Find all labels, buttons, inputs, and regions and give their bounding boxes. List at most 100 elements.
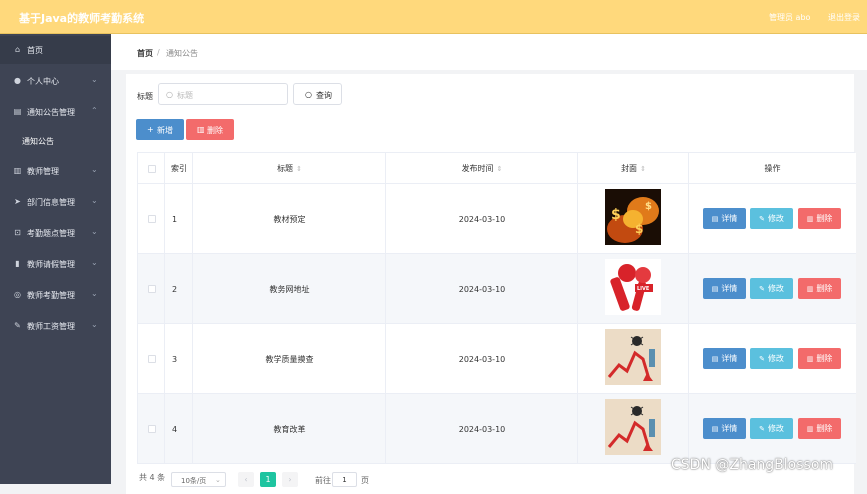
sidebar-item-label: 教师请假管理 — [27, 260, 75, 269]
crop-icon: ⊡ — [14, 228, 21, 237]
row-date: 2024-03-10 — [458, 284, 506, 294]
cover-image[interactable] — [605, 399, 661, 455]
chevron-down-icon: ⌄ — [91, 165, 98, 174]
sidebar-item-label: 通知公告管理 — [27, 108, 75, 117]
sidebar-item-checkpoint[interactable]: ⊡ 考勤题点管理 ⌄ — [0, 219, 111, 247]
goto-page-input[interactable]: 1 — [332, 472, 357, 487]
send-icon: ➤ — [14, 197, 21, 206]
edit-button[interactable]: ✎ 修改 — [750, 418, 793, 439]
row-checkbox[interactable] — [147, 425, 156, 433]
edit-icon: ✎ — [759, 424, 765, 433]
doc-icon: ▤ — [711, 214, 719, 223]
add-button[interactable]: + 新增 — [136, 119, 184, 140]
page-1-button[interactable]: 1 — [260, 472, 276, 487]
sidebar-item-label: 教师考勤管理 — [27, 291, 75, 300]
row-title: 教育改革 — [273, 424, 306, 434]
row-date: 2024-03-10 — [458, 424, 506, 434]
chevron-down-icon: ⌄ — [91, 258, 98, 267]
sidebar-subitem-notice[interactable]: 通知公告 — [22, 136, 54, 147]
plus-icon: + — [147, 125, 154, 134]
header-index: 索引 — [171, 164, 187, 173]
title-search-input[interactable]: ○ 标题 — [158, 83, 288, 105]
sidebar-item-notice[interactable]: ▤ 通知公告管理 ⌃ — [0, 98, 111, 126]
detail-button[interactable]: ▤ 详情 — [703, 418, 746, 439]
row-title: 教材预定 — [273, 214, 306, 224]
goto-label: 前往 — [315, 476, 331, 485]
chevron-down-icon: ⌄ — [91, 75, 98, 84]
filter-title-label: 标题 — [137, 92, 153, 101]
watermark: CSDN @ZhangBlossom — [671, 457, 834, 473]
add-button-label: 新增 — [157, 126, 173, 135]
edit-button[interactable]: ✎ 修改 — [750, 208, 793, 229]
query-button-label: 查询 — [316, 91, 332, 100]
edit-icon: ✎ — [759, 214, 765, 223]
svg-text:$: $ — [635, 222, 643, 236]
sidebar-item-label: 部门信息管理 — [27, 198, 75, 207]
sidebar-item-profile[interactable]: ● 个人中心 ⌄ — [0, 67, 111, 95]
page-size-select[interactable]: 10条/页 ⌄ — [171, 472, 226, 487]
sort-icon: ⇕ — [496, 164, 503, 173]
row-checkbox[interactable] — [147, 215, 156, 223]
teacher-icon: ▥ — [13, 166, 22, 175]
detail-button[interactable]: ▤ 详情 — [703, 278, 746, 299]
sidebar-item-label: 教师工资管理 — [27, 322, 75, 331]
row-index: 1 — [172, 215, 178, 224]
prev-page-button[interactable]: ‹ — [238, 472, 254, 487]
detail-button[interactable]: ▤ 详情 — [703, 348, 746, 369]
row-date: 2024-03-10 — [458, 214, 506, 224]
header-title[interactable]: 标题 ⇕ — [193, 153, 386, 184]
sidebar-item-label: 考勤题点管理 — [27, 229, 75, 238]
cover-image[interactable]: LIVE — [605, 259, 661, 315]
cover-image[interactable] — [605, 329, 661, 385]
breadcrumb-current: 通知公告 — [166, 49, 198, 58]
sidebar-item-department[interactable]: ➤ 部门信息管理 ⌄ — [0, 188, 111, 216]
detail-button[interactable]: ▤ 详情 — [703, 208, 746, 229]
edit-icon: ✎ — [759, 354, 765, 363]
sidebar-item-teacher[interactable]: ▥ 教师管理 ⌄ — [0, 157, 111, 185]
row-title: 教学质量摸查 — [265, 354, 314, 364]
query-button[interactable]: ○ 查询 — [293, 83, 342, 105]
globe-icon: ◎ — [14, 290, 21, 299]
cover-image[interactable]: $ $ $ — [605, 189, 661, 245]
delete-button[interactable]: ▥ 删除 — [798, 208, 841, 229]
svg-text:LIVE: LIVE — [637, 286, 650, 292]
row-checkbox[interactable] — [147, 285, 156, 293]
chevron-down-icon: ⌄ — [91, 227, 98, 236]
breadcrumb-separator: / — [157, 48, 160, 57]
delete-button[interactable]: ▥ 删除 — [798, 278, 841, 299]
select-all-checkbox[interactable] — [147, 164, 156, 173]
search-icon: ○ — [166, 90, 173, 99]
sidebar-item-attendance[interactable]: ◎ 教师考勤管理 ⌄ — [0, 281, 111, 309]
sort-icon: ⇕ — [640, 164, 646, 173]
breadcrumb-home[interactable]: 首页 — [137, 48, 153, 59]
table-row: 3 教学质量摸查 2024-03-10 ▤ 详情 ✎ 修改 ▥ 删除 — [138, 324, 856, 394]
edit-button[interactable]: ✎ 修改 — [750, 348, 793, 369]
sidebar-item-home[interactable]: ⌂ 首页 — [0, 36, 111, 64]
edit-button[interactable]: ✎ 修改 — [750, 278, 793, 299]
sort-icon: ⇕ — [296, 164, 302, 173]
header-ops: 操作 — [764, 164, 781, 173]
notice-icon: ▤ — [13, 107, 22, 116]
chart-icon: ▮ — [15, 259, 20, 268]
sidebar-item-leave[interactable]: ▮ 教师请假管理 ⌄ — [0, 250, 111, 278]
header-date[interactable]: 发布时间 ⇕ — [386, 153, 578, 184]
edit-icon: ✎ — [759, 284, 765, 293]
header-cover[interactable]: 封面 ⇕ — [578, 153, 689, 184]
delete-button[interactable]: ▥ 删除 — [798, 418, 841, 439]
sidebar-item-label: 教师管理 — [27, 167, 59, 176]
delete-button[interactable]: ▥ 删除 — [798, 348, 841, 369]
logout-link[interactable]: 退出登录 — [828, 12, 860, 23]
chevron-down-icon: ⌄ — [91, 289, 98, 298]
row-index: 3 — [172, 355, 178, 364]
admin-username: 管理员 abo — [769, 13, 811, 22]
next-page-button[interactable]: › — [282, 472, 298, 487]
chevron-up-icon: ⌃ — [91, 106, 98, 115]
delete-button-label: 删除 — [207, 126, 223, 135]
table-row: 4 教育改革 2024-03-10 ▤ 详情 ✎ 修改 ▥ 删除 — [138, 394, 856, 464]
row-checkbox[interactable] — [147, 355, 156, 363]
chevron-down-icon: ⌄ — [91, 320, 98, 329]
notice-table: 索引 标题 ⇕ 发布时间 ⇕ 封面 ⇕ 操作 1 教材预定 2024-03-10 $ — [137, 152, 856, 464]
sidebar-item-salary[interactable]: ✎ 教师工资管理 ⌄ — [0, 312, 111, 340]
batch-delete-button[interactable]: ▥ 删除 — [186, 119, 234, 140]
table-row: 1 教材预定 2024-03-10 $ $ $ ▤ 详情 ✎ 修改 ▥ 删除 — [138, 184, 856, 254]
